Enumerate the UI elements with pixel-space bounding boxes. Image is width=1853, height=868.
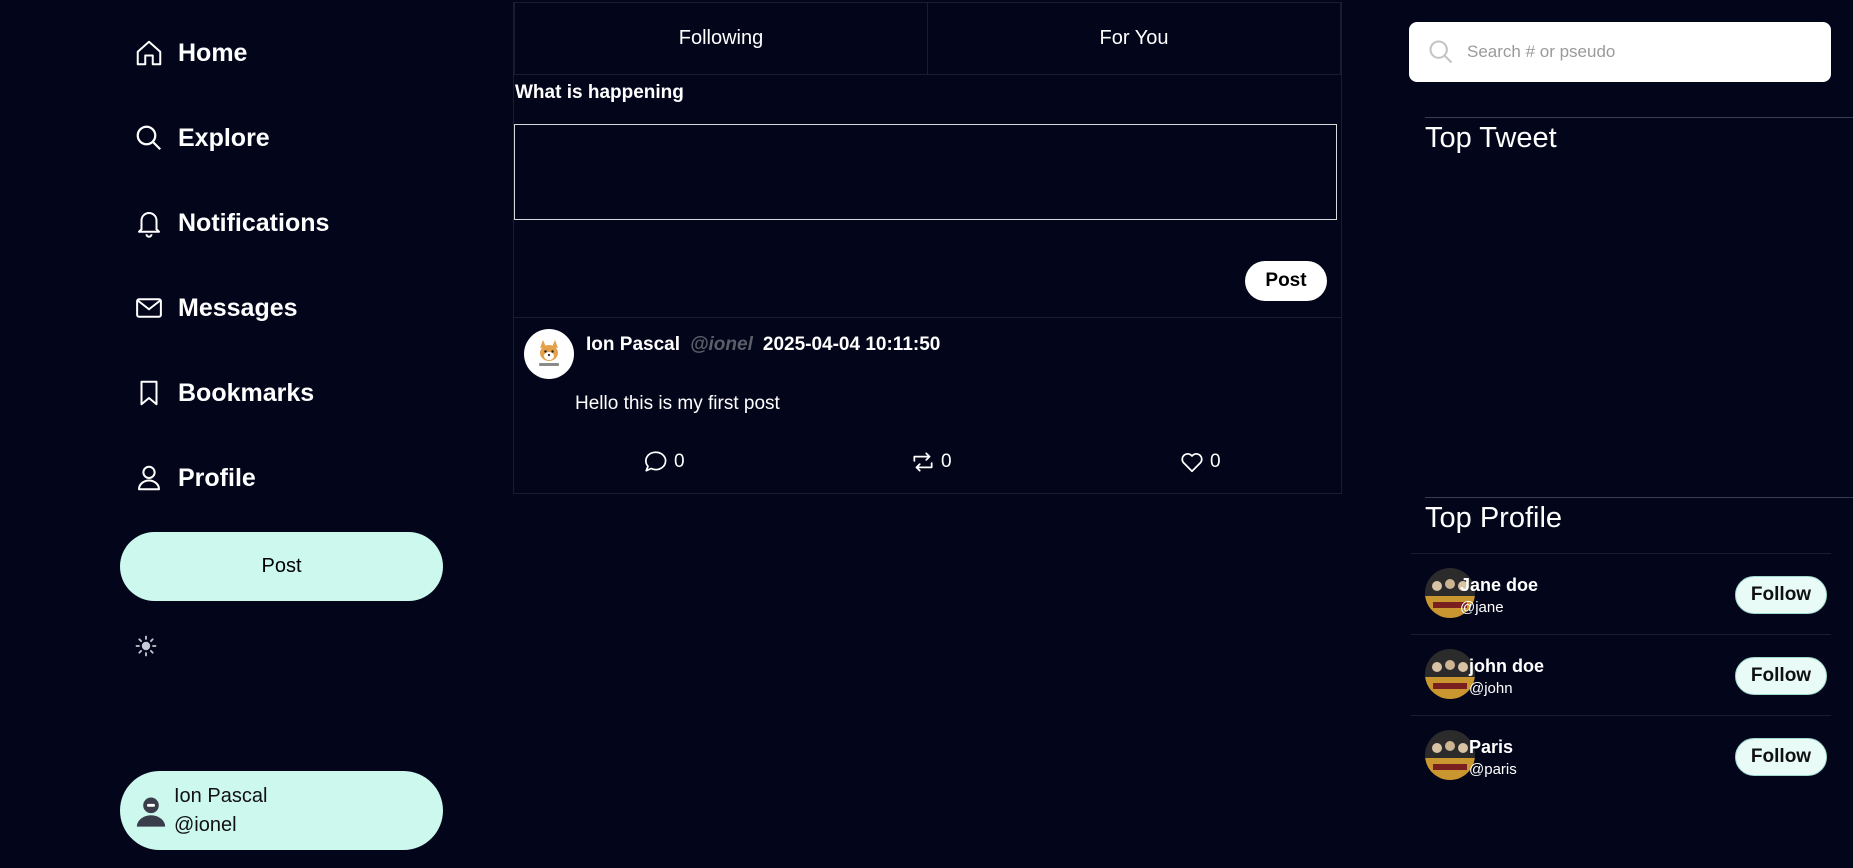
current-user-info: Ion Pascal @ionel bbox=[174, 782, 267, 840]
profile-handle: @john bbox=[1469, 680, 1513, 697]
heart-icon bbox=[1181, 453, 1203, 473]
nav-profile-label: Profile bbox=[178, 463, 256, 492]
like-button[interactable]: 0 bbox=[1179, 449, 1221, 475]
tweet-avatar[interactable] bbox=[524, 329, 574, 379]
compose-title: What is happening bbox=[515, 82, 684, 103]
profile-row[interactable]: john doe @john Follow bbox=[1411, 634, 1831, 715]
tab-for-you[interactable]: For You bbox=[927, 3, 1340, 74]
tweet[interactable]: Ion Pascal @ionel 2025-04-04 10:11:50 He… bbox=[514, 318, 1341, 494]
nav-home-label: Home bbox=[178, 38, 248, 67]
divider bbox=[1425, 497, 1853, 498]
tweet-handle[interactable]: @ionel bbox=[690, 334, 753, 356]
nav-home[interactable]: Home bbox=[134, 38, 247, 68]
sun-icon[interactable] bbox=[134, 634, 158, 658]
main-feed: Following For You What is happening Post bbox=[513, 2, 1342, 494]
nav-explore[interactable]: Explore bbox=[134, 123, 270, 153]
home-icon bbox=[136, 40, 162, 66]
avatar-icon bbox=[136, 797, 166, 827]
nav-notifications[interactable]: Notifications bbox=[134, 208, 329, 238]
nav-bookmarks[interactable]: Bookmarks bbox=[134, 378, 314, 408]
search-input[interactable] bbox=[1465, 41, 1809, 63]
mail-icon bbox=[136, 298, 162, 318]
tweet-author[interactable]: Ion Pascal bbox=[586, 334, 680, 356]
retweet-button[interactable]: 0 bbox=[910, 449, 952, 475]
tweet-header: Ion Pascal @ionel 2025-04-04 10:11:50 bbox=[586, 334, 940, 356]
top-tweet-title: Top Tweet bbox=[1425, 122, 1557, 154]
tweet-timestamp: 2025-04-04 10:11:50 bbox=[762, 334, 941, 355]
follow-button[interactable]: Follow bbox=[1735, 738, 1827, 776]
profile-row[interactable]: Jane doe @jane Follow bbox=[1411, 553, 1831, 634]
nav-notifications-label: Notifications bbox=[178, 208, 330, 237]
divider bbox=[1425, 117, 1853, 118]
corgi-avatar-image bbox=[539, 340, 559, 366]
current-user-name: Ion Pascal bbox=[174, 784, 268, 807]
compose-input[interactable] bbox=[514, 124, 1337, 220]
profile-name[interactable]: Jane doe bbox=[1460, 575, 1538, 596]
like-count: 0 bbox=[1210, 451, 1221, 472]
tab-following[interactable]: Following bbox=[515, 3, 927, 74]
comment-button[interactable]: 0 bbox=[643, 449, 685, 475]
search-bar[interactable] bbox=[1409, 22, 1831, 82]
bookmark-icon bbox=[140, 380, 158, 406]
compose-actions: Post bbox=[514, 225, 1341, 318]
comment-count: 0 bbox=[674, 451, 685, 472]
user-icon bbox=[138, 465, 160, 491]
nav-messages[interactable]: Messages bbox=[134, 293, 298, 323]
app-root: Home Explore Notifications Messages Book… bbox=[0, 0, 1853, 868]
retweet-icon bbox=[913, 452, 933, 472]
profile-name[interactable]: john doe bbox=[1469, 656, 1544, 677]
profile-avatar bbox=[1425, 649, 1475, 699]
right-sidebar: Top Tweet Top Profile Jane doe @jane Fol… bbox=[1405, 0, 1853, 868]
follow-button[interactable]: Follow bbox=[1735, 657, 1827, 695]
comment-icon bbox=[645, 451, 667, 472]
tweet-text: Hello this is my first post bbox=[575, 393, 780, 414]
search-icon bbox=[1429, 40, 1453, 64]
left-sidebar: Home Explore Notifications Messages Book… bbox=[0, 0, 470, 868]
nav-profile[interactable]: Profile bbox=[134, 463, 256, 493]
nav-explore-label: Explore bbox=[178, 123, 270, 152]
sidebar-post-button[interactable]: Post bbox=[120, 532, 443, 601]
current-user-handle: @ionel bbox=[174, 813, 237, 836]
follow-button[interactable]: Follow bbox=[1735, 576, 1827, 614]
compose-post-button[interactable]: Post bbox=[1245, 261, 1327, 301]
retweet-count: 0 bbox=[941, 451, 952, 472]
profile-name[interactable]: Paris bbox=[1469, 737, 1513, 758]
bell-icon bbox=[138, 212, 160, 238]
nav-bookmarks-label: Bookmarks bbox=[178, 378, 315, 407]
profile-handle: @jane bbox=[1460, 599, 1504, 616]
profile-avatar bbox=[1425, 730, 1475, 780]
search-icon bbox=[136, 125, 162, 151]
nav-messages-label: Messages bbox=[178, 293, 298, 322]
current-user-card[interactable]: Ion Pascal @ionel bbox=[120, 771, 443, 850]
feed-tabs: Following For You bbox=[514, 2, 1341, 75]
profile-handle: @paris bbox=[1469, 761, 1517, 778]
profile-row[interactable]: Paris @paris Follow bbox=[1411, 715, 1831, 796]
top-profile-title: Top Profile bbox=[1425, 502, 1563, 534]
